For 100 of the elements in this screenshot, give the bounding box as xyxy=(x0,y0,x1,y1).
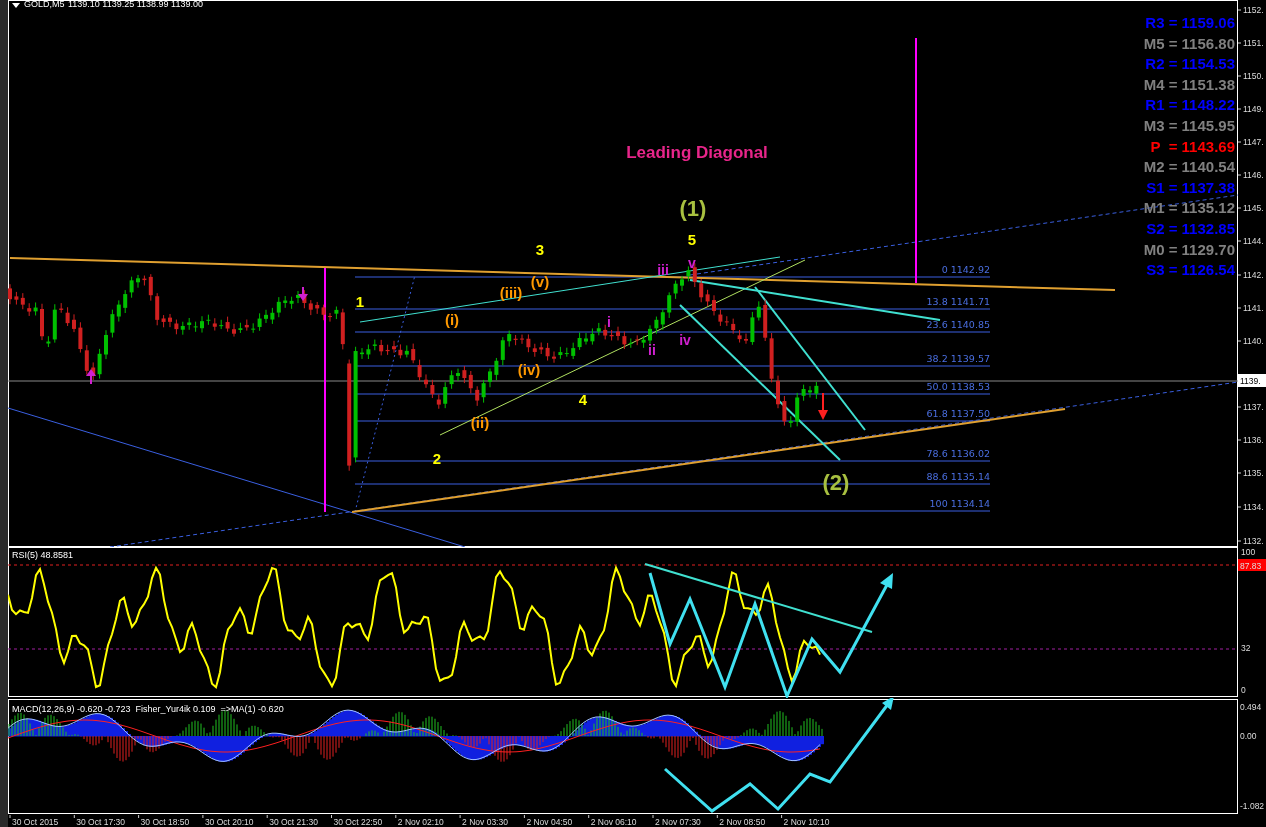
tick-mark xyxy=(1238,174,1242,176)
wave-label: iii xyxy=(657,262,669,278)
pivot-label: S3 = 1126.54 xyxy=(1146,261,1235,279)
chart-arrow-icon xyxy=(12,3,20,8)
candle xyxy=(814,381,819,400)
wave-label: (1) xyxy=(679,196,707,221)
axis-label: 1132. xyxy=(1243,536,1264,546)
axis-label: -1.082 xyxy=(1240,801,1265,811)
tick-mark xyxy=(138,815,140,819)
tick-mark xyxy=(1238,439,1242,441)
candle xyxy=(520,334,524,345)
tick-mark xyxy=(331,815,332,819)
axis-label: 1140. xyxy=(1243,336,1264,346)
pivot-label: M4 = 1151.38 xyxy=(1143,75,1235,93)
time-label: 30 Oct 18:50 xyxy=(140,817,190,827)
candle xyxy=(232,323,236,338)
candle xyxy=(200,315,204,334)
candle xyxy=(72,313,76,333)
candle xyxy=(296,290,300,304)
candle xyxy=(328,312,332,323)
candle xyxy=(136,274,140,289)
tick-mark xyxy=(781,815,783,819)
axis-label: 100 xyxy=(1241,547,1256,557)
axis-label: 1136. xyxy=(1243,435,1264,445)
tick-mark xyxy=(1238,141,1242,143)
tick-mark xyxy=(1238,108,1242,110)
fib-level-label: 38.2 1139.57 xyxy=(926,353,990,364)
tick-mark xyxy=(1238,75,1242,77)
tick-mark xyxy=(1238,540,1242,542)
pivot-label: R3 = 1159.06 xyxy=(1145,14,1235,31)
fib-level-label: 61.8 1137.50 xyxy=(926,408,990,419)
axis-label: 1134. xyxy=(1243,502,1264,512)
axis-label: 1150. xyxy=(1243,71,1264,81)
axis-label: 0.494 xyxy=(1240,702,1262,712)
ohlc-values: 1139.10 1139.25 1138.99 1139.00 xyxy=(68,0,203,9)
pivot-label: S1 = 1137.38 xyxy=(1146,178,1235,196)
time-label: 30 Oct 20:10 xyxy=(204,817,254,827)
arrow-down-icon xyxy=(818,392,828,420)
pivot-label: M2 = 1140.54 xyxy=(1143,158,1235,176)
candle xyxy=(712,294,716,316)
wave-label: (iv) xyxy=(517,361,541,378)
axis-label: 1149. xyxy=(1243,104,1264,114)
wave-label: i xyxy=(607,314,611,330)
tick-mark xyxy=(1238,506,1242,508)
indicator-title: MACD(12,26,9) -0.620 -0.723 Fisher_Yur4ik 0.109 =>MA(1) -0.620 xyxy=(12,704,284,714)
tick-mark xyxy=(459,815,461,819)
time-label: 30 Oct 2015 xyxy=(12,817,59,827)
pivot-label: M1 = 1135.12 xyxy=(1143,199,1235,217)
arrow-down-icon xyxy=(298,286,308,301)
level-badge: 87.83 xyxy=(1238,559,1266,571)
candle xyxy=(392,340,396,354)
fib-level-label: 78.6 1136.02 xyxy=(926,448,990,459)
time-label: 2 Nov 04:50 xyxy=(526,817,573,827)
axis-label: 1141. xyxy=(1243,303,1264,313)
time-label: 2 Nov 06:10 xyxy=(590,817,637,827)
current-price-badge: 1139. xyxy=(1238,374,1266,387)
wave-label: 3 xyxy=(535,241,545,258)
fib-level-label: 88.6 1135.14 xyxy=(926,471,990,482)
time-label: 2 Nov 03:30 xyxy=(462,817,508,827)
wave-label: 1 xyxy=(355,293,365,310)
axis-label: 1152. xyxy=(1243,5,1264,15)
tick-mark xyxy=(266,815,268,819)
candle xyxy=(424,373,428,389)
tick-mark xyxy=(1238,307,1242,309)
tick-mark xyxy=(202,815,204,819)
wave-label: 5 xyxy=(687,231,697,248)
tick-mark xyxy=(1238,207,1242,209)
tick-mark xyxy=(9,815,11,819)
axis-label: 0.00 xyxy=(1240,731,1257,741)
wave-label: (ii) xyxy=(470,414,490,431)
wave-label: 2 xyxy=(432,450,442,467)
pivot-label: M0 = 1129.70 xyxy=(1143,240,1235,258)
candle xyxy=(264,309,268,324)
tick-mark xyxy=(1238,472,1242,474)
candle xyxy=(744,333,748,345)
time-label: 2 Nov 07:30 xyxy=(655,817,701,827)
time-label: 2 Nov 10:10 xyxy=(783,817,830,827)
indicator-title: RSI(5) 48.8581 xyxy=(12,550,74,560)
fib-level-label: 100 1134.14 xyxy=(929,498,990,509)
candle xyxy=(104,329,108,360)
candle xyxy=(488,367,492,388)
fib-level-label: 0 1142.92 xyxy=(941,264,990,275)
pivot-label: M3 = 1145.95 xyxy=(1143,117,1235,134)
axis-label: 1146. xyxy=(1243,170,1264,180)
wave-label: (i) xyxy=(444,311,460,328)
candle xyxy=(360,347,364,360)
tick-mark xyxy=(395,815,397,819)
time-label: 30 Oct 21:30 xyxy=(269,817,318,827)
tick-mark xyxy=(1238,406,1242,408)
axis-label: 32 xyxy=(1241,643,1251,653)
chart-title: GOLD,M5 xyxy=(24,0,65,9)
tick-mark xyxy=(1238,340,1242,342)
wave-label: ii xyxy=(648,342,656,358)
axis-label: 1147. xyxy=(1243,137,1264,147)
tick-mark xyxy=(1238,274,1242,276)
candle xyxy=(8,283,12,305)
candle xyxy=(616,326,620,341)
tick-mark xyxy=(523,815,525,819)
tick-mark xyxy=(1238,42,1242,44)
pivot-label: S2 = 1132.85 xyxy=(1146,220,1235,237)
